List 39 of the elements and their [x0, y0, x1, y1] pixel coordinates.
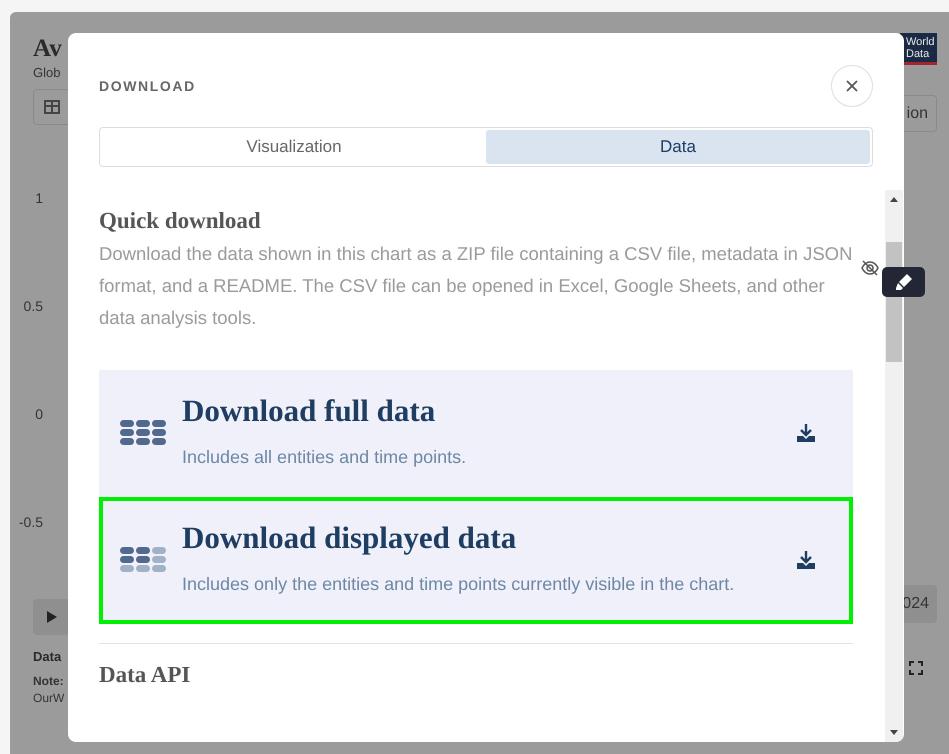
play-icon — [46, 610, 58, 624]
axis-label: 0.5 — [24, 297, 43, 315]
fullscreen-icon — [909, 661, 923, 675]
footer-label: Data — [33, 649, 62, 664]
option-title: Download full data — [182, 392, 436, 430]
download-option[interactable]: Download displayed data Includes only the entities and time points currently visible in the chart. — [99, 497, 853, 624]
data-table-icon — [120, 546, 166, 574]
scroll-down-icon — [889, 730, 899, 736]
eye-off-icon[interactable] — [860, 258, 880, 278]
footer-note: Note: — [33, 674, 64, 688]
logo-text: Data — [906, 48, 930, 60]
close-button[interactable] — [831, 65, 873, 107]
footer-source: OurW — [33, 691, 64, 705]
option-description: Includes only the entities and time points currently visible in the chart. — [182, 573, 734, 596]
scrollbar[interactable] — [885, 190, 903, 742]
highlighter-button[interactable] — [882, 267, 925, 297]
table-tab[interactable] — [33, 89, 70, 125]
download-option[interactable]: Download full data Includes all entities and time points. — [99, 370, 853, 497]
chart-subtitle: Glob — [33, 64, 60, 82]
axis-label: 0 — [35, 405, 43, 423]
download-icon — [795, 422, 817, 444]
axis-label: -0.5 — [18, 513, 43, 531]
data-table-icon — [120, 418, 166, 446]
dialog-title: DOWNLOAD — [99, 78, 196, 94]
option-title: Download displayed data — [182, 519, 516, 557]
scroll-up-icon — [889, 196, 899, 202]
chart-title: Av — [33, 34, 62, 64]
play-button[interactable] — [33, 599, 70, 635]
axis-label: 1 — [35, 189, 43, 207]
section-description: Download the data shown in this chart as a ZIP file containing a CSV file, metadata in JSON format, and a README. The CSV file can be opened in Excel, Google Sheets, and other data analysis tools. — [99, 242, 853, 330]
logo-text: World — [906, 36, 935, 48]
highlighter-icon — [894, 272, 914, 292]
option-description: Includes all entities and time points. — [182, 446, 466, 469]
table-icon — [44, 100, 60, 114]
close-icon — [846, 80, 858, 92]
section-heading: Quick download — [99, 207, 262, 235]
download-icon — [795, 548, 817, 570]
section-heading: Data API — [99, 661, 192, 689]
tab[interactable]: Data — [486, 130, 870, 164]
